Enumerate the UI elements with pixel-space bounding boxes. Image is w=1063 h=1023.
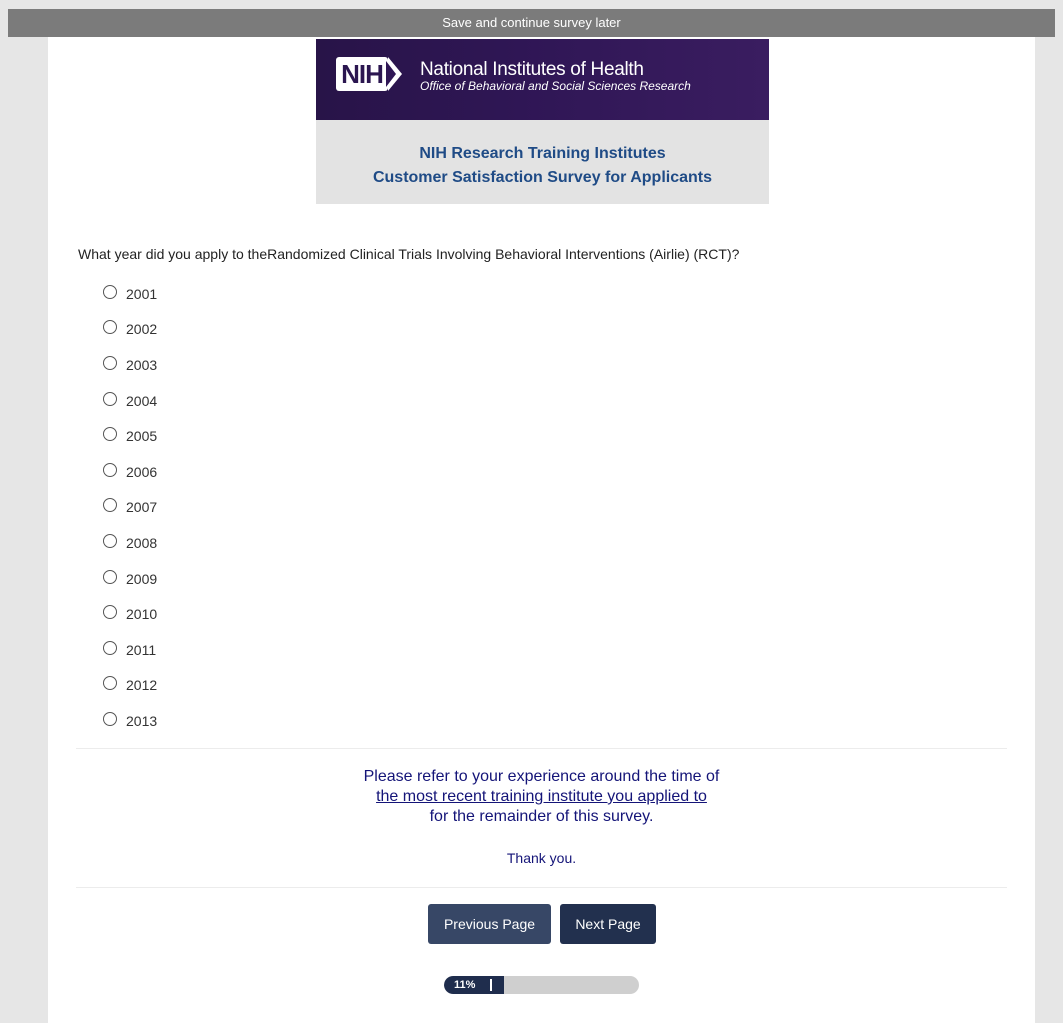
- option-label: 2006: [126, 463, 158, 480]
- radio-button[interactable]: [103, 320, 117, 335]
- progress-percent: 11%: [454, 979, 476, 991]
- divider: [76, 887, 1007, 888]
- option-label: 2011: [126, 641, 157, 658]
- option-label: 2003: [126, 356, 158, 373]
- survey-banner: NIH National Institutes of Health Office…: [316, 39, 769, 204]
- question-text: What year did you apply to theRandomized…: [78, 246, 740, 262]
- year-option-2012[interactable]: 2012: [103, 666, 157, 702]
- radio-button[interactable]: [103, 605, 117, 620]
- divider: [76, 748, 1007, 749]
- radio-button[interactable]: [103, 569, 117, 584]
- nih-logo-header: NIH National Institutes of Health Office…: [316, 39, 769, 120]
- radio-button[interactable]: [103, 640, 117, 655]
- option-label: 2010: [126, 606, 158, 623]
- year-option-2008[interactable]: 2008: [103, 523, 157, 559]
- option-label: 2002: [126, 321, 158, 338]
- option-label: 2004: [126, 392, 158, 409]
- survey-title-line2: Customer Satisfaction Survey for Applica…: [372, 169, 713, 186]
- radio-button[interactable]: [103, 711, 117, 726]
- option-label: 2012: [126, 677, 158, 694]
- next-page-button[interactable]: Next Page: [560, 904, 656, 944]
- save-continue-later-bar[interactable]: Save and continue survey later: [8, 9, 1055, 37]
- option-label: 2005: [126, 428, 158, 445]
- option-label: 2013: [126, 712, 158, 729]
- progress-bar: 11%: [444, 976, 639, 994]
- radio-button[interactable]: [103, 533, 117, 548]
- radio-button[interactable]: [103, 391, 117, 406]
- recent-institute-link[interactable]: the most recent training institute you a…: [376, 788, 707, 805]
- year-option-2003[interactable]: 2003: [103, 345, 157, 381]
- previous-page-button[interactable]: Previous Page: [428, 904, 551, 944]
- option-label: 2001: [126, 285, 158, 302]
- radio-button[interactable]: [103, 498, 117, 513]
- thank-you-text: Thank you.: [506, 850, 577, 866]
- year-option-2004[interactable]: 2004: [103, 381, 157, 417]
- year-option-2002[interactable]: 2002: [103, 310, 157, 346]
- option-label: 2007: [126, 499, 158, 516]
- radio-button[interactable]: [103, 355, 117, 370]
- option-label: 2009: [126, 570, 158, 587]
- radio-button[interactable]: [103, 676, 117, 691]
- year-option-2001[interactable]: 2001: [103, 274, 157, 310]
- year-option-2010[interactable]: 2010: [103, 594, 157, 630]
- year-option-2013[interactable]: 2013: [103, 701, 157, 737]
- notice-line1: Please refer to your experience around t…: [363, 768, 720, 785]
- year-option-2011[interactable]: 2011: [103, 630, 157, 666]
- nih-org-name: National Institutes of Health: [420, 59, 644, 80]
- year-option-2009[interactable]: 2009: [103, 559, 157, 595]
- year-options: 2001 2002 2003 2004 2005 2006 2007 2008 2009 2010…: [103, 274, 157, 737]
- radio-button[interactable]: [103, 462, 117, 477]
- year-option-2006[interactable]: 2006: [103, 452, 157, 488]
- nih-logo-icon: NIH: [336, 57, 388, 91]
- survey-title-line1: NIH Research Training Institutes: [419, 145, 666, 162]
- survey-title-block: NIH Research Training Institutes Custome…: [316, 120, 769, 204]
- year-option-2007[interactable]: 2007: [103, 488, 157, 524]
- radio-button[interactable]: [103, 427, 117, 442]
- nih-office-name: Office of Behavioral and Social Sciences…: [420, 79, 691, 93]
- option-label: 2008: [126, 534, 158, 551]
- radio-button[interactable]: [103, 284, 117, 299]
- progress-fill: 11%: [444, 976, 504, 994]
- notice-line3: for the remainder of this survey.: [429, 808, 654, 825]
- year-option-2005[interactable]: 2005: [103, 416, 157, 452]
- survey-page: NIH National Institutes of Health Office…: [48, 37, 1035, 1023]
- notice-text: Please refer to your experience around t…: [48, 767, 1035, 827]
